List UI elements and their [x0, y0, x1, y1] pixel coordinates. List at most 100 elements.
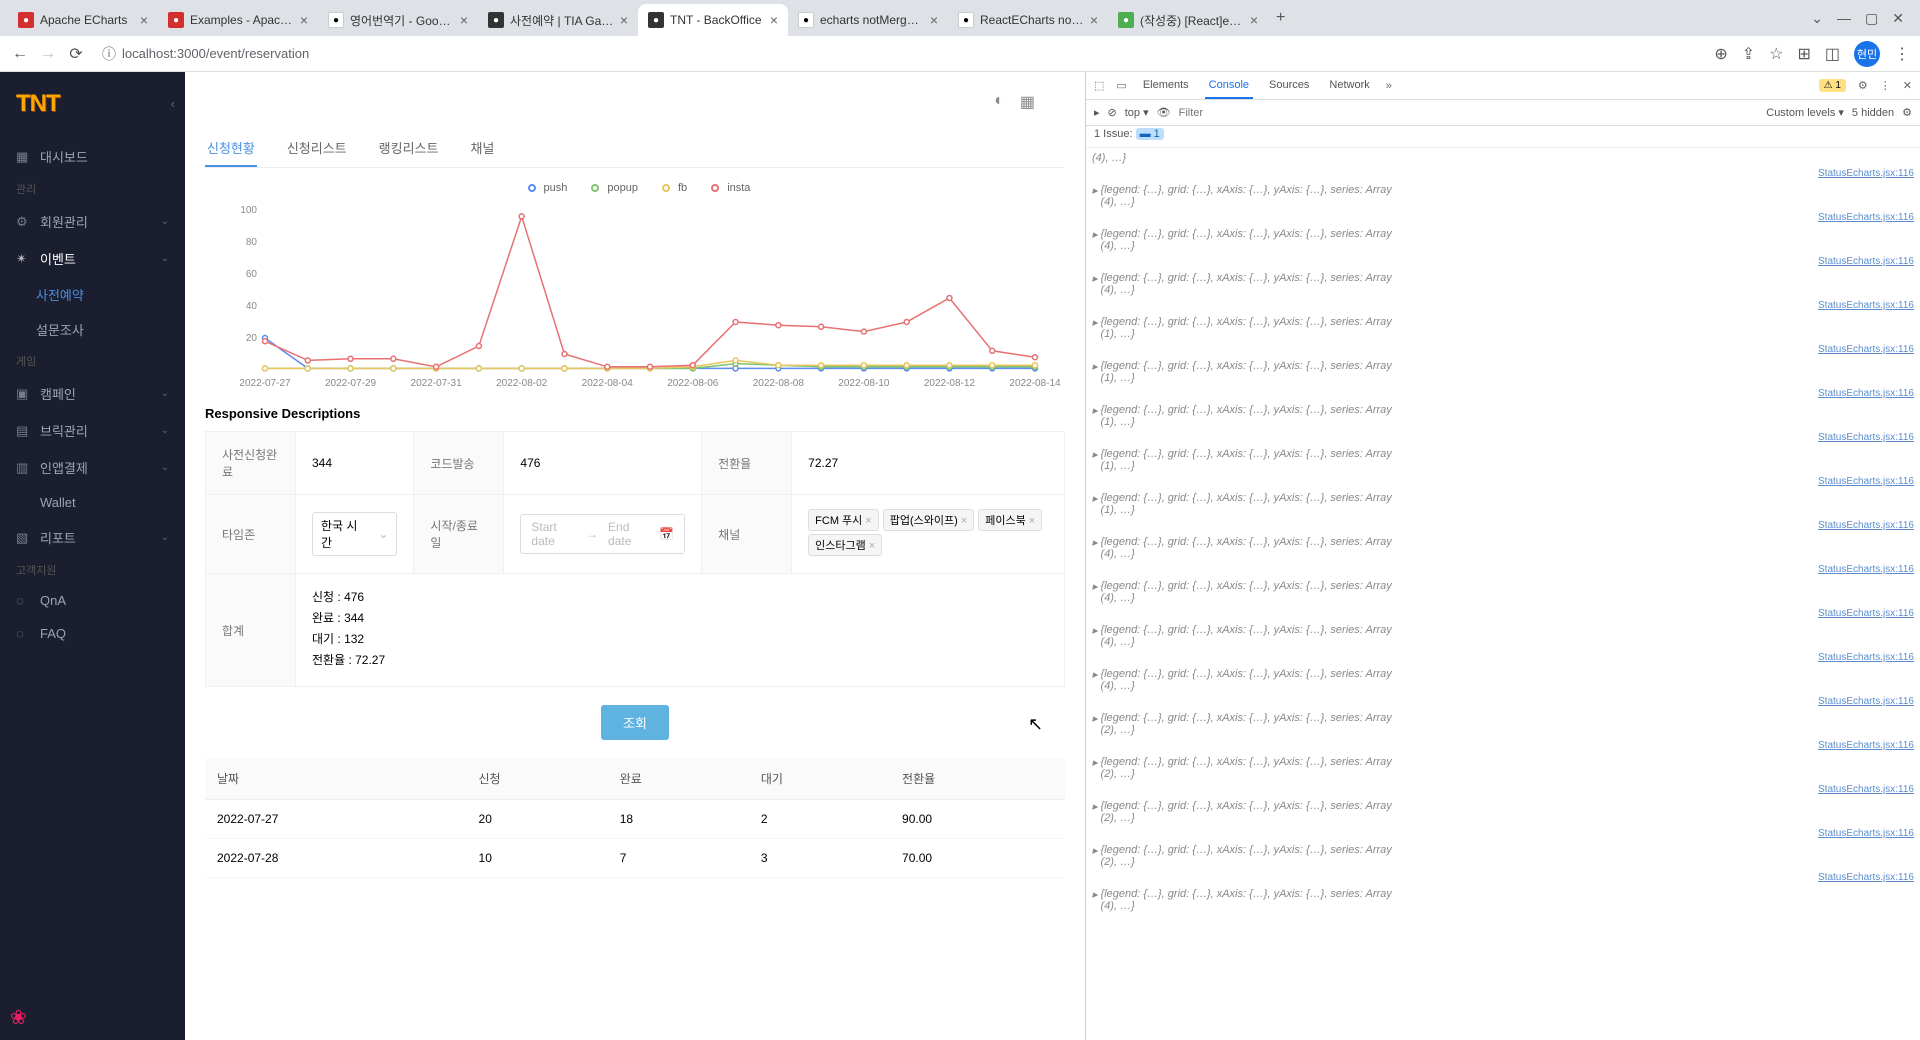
browser-tab[interactable]: ●Apache ECharts× — [8, 4, 158, 36]
log-source[interactable]: StatusEcharts.jsx:116 — [1818, 256, 1914, 268]
reload-icon[interactable]: ⟳ — [66, 44, 86, 64]
log-source[interactable]: StatusEcharts.jsx:116 — [1818, 740, 1914, 752]
console-log[interactable]: StatusEcharts.jsx:116 — [1092, 210, 1914, 226]
browser-tab[interactable]: ●Examples - Apache ECh…× — [158, 4, 318, 36]
devtools-tab[interactable]: Elements — [1139, 73, 1193, 99]
context-select[interactable]: top ▾ — [1125, 106, 1149, 119]
console-log[interactable]: ▸{legend: {…}, grid: {…}, xAxis: {…}, yA… — [1092, 402, 1914, 430]
console-log[interactable]: StatusEcharts.jsx:116 — [1092, 386, 1914, 402]
query-button[interactable]: 조회 — [601, 705, 669, 740]
console-log[interactable]: StatusEcharts.jsx:116 — [1092, 562, 1914, 578]
browser-tab[interactable]: ●echarts notMerge={true}× — [788, 4, 948, 36]
console-log[interactable]: StatusEcharts.jsx:116 — [1092, 474, 1914, 490]
console-log[interactable]: ▸{legend: {…}, grid: {…}, xAxis: {…}, yA… — [1092, 578, 1914, 606]
settings2-icon[interactable]: ⚙ — [1902, 106, 1912, 119]
forward-icon[interactable]: → — [38, 45, 58, 63]
console-log[interactable]: StatusEcharts.jsx:116 — [1092, 650, 1914, 666]
log-source[interactable]: StatusEcharts.jsx:116 — [1818, 696, 1914, 708]
console-log[interactable]: StatusEcharts.jsx:116 — [1092, 694, 1914, 710]
bookmark-icon[interactable]: ☆ — [1769, 44, 1783, 64]
log-source[interactable]: StatusEcharts.jsx:116 — [1818, 168, 1914, 180]
devtools-tab[interactable]: Console — [1205, 73, 1253, 99]
kebab-icon[interactable]: ⋮ — [1880, 79, 1891, 92]
console-log[interactable]: ▸{legend: {…}, grid: {…}, xAxis: {…}, yA… — [1092, 754, 1914, 782]
devtools-tab[interactable]: Network — [1325, 73, 1373, 99]
log-source[interactable]: StatusEcharts.jsx:116 — [1818, 388, 1914, 400]
window-minimize-icon[interactable]: — — [1837, 10, 1851, 27]
console-log[interactable]: StatusEcharts.jsx:116 — [1092, 298, 1914, 314]
devtools-tab[interactable]: Sources — [1265, 73, 1313, 99]
console-log[interactable]: ▸{legend: {…}, grid: {…}, xAxis: {…}, yA… — [1092, 534, 1914, 562]
console-log[interactable]: StatusEcharts.jsx:116 — [1092, 518, 1914, 534]
channel-tag[interactable]: 인스타그램× — [808, 534, 882, 556]
sidebar-subitem[interactable]: 설문조사 — [0, 312, 185, 347]
console-log[interactable]: StatusEcharts.jsx:116 — [1092, 606, 1914, 622]
channel-tag[interactable]: 팝업(스와이프)× — [883, 509, 974, 531]
console-log[interactable]: ▸{legend: {…}, grid: {…}, xAxis: {…}, yA… — [1092, 710, 1914, 738]
info-icon[interactable]: ⓘ — [102, 44, 116, 64]
play-icon[interactable]: ▸ — [1094, 106, 1100, 119]
clear-console-icon[interactable]: ⊘ — [1108, 106, 1117, 119]
content-tab[interactable]: 채널 — [468, 130, 496, 167]
console-log[interactable]: StatusEcharts.jsx:116 — [1092, 826, 1914, 842]
console-log[interactable]: StatusEcharts.jsx:116 — [1092, 166, 1914, 182]
browser-tab[interactable]: ●(작성중) [React]echarts H…× — [1108, 4, 1268, 36]
console-log[interactable]: ▸{legend: {…}, grid: {…}, xAxis: {…}, yA… — [1092, 446, 1914, 474]
more-tabs-icon[interactable]: » — [1386, 80, 1392, 92]
close-tab-icon[interactable]: × — [1090, 12, 1098, 28]
new-tab-icon[interactable]: + — [1276, 9, 1285, 27]
log-source[interactable]: StatusEcharts.jsx:116 — [1818, 828, 1914, 840]
console-log[interactable]: ▸{legend: {…}, grid: {…}, xAxis: {…}, yA… — [1092, 798, 1914, 826]
console-log[interactable]: StatusEcharts.jsx:116 — [1092, 342, 1914, 358]
console-log[interactable]: ▸{legend: {…}, grid: {…}, xAxis: {…}, yA… — [1092, 270, 1914, 298]
log-source[interactable]: StatusEcharts.jsx:116 — [1818, 652, 1914, 664]
channel-tag[interactable]: FCM 푸시× — [808, 509, 879, 531]
browser-tab[interactable]: ●영어번역기 - Google 검색× — [318, 4, 478, 36]
log-source[interactable]: StatusEcharts.jsx:116 — [1818, 212, 1914, 224]
console-log[interactable]: (4), …} — [1092, 150, 1914, 166]
sidebar-item[interactable]: ⚙회원관리⌄ — [0, 203, 185, 240]
console-log[interactable]: StatusEcharts.jsx:116 — [1092, 782, 1914, 798]
close-tab-icon[interactable]: × — [460, 12, 468, 28]
filter-input[interactable] — [1179, 107, 1279, 119]
eye-icon[interactable]: 👁 — [1157, 106, 1171, 119]
console-log[interactable]: StatusEcharts.jsx:116 — [1092, 254, 1914, 270]
url-text[interactable]: localhost:3000/event/reservation — [122, 46, 309, 61]
sidebar-item[interactable]: ▧리포트⌄ — [0, 519, 185, 556]
legend-item[interactable]: push — [520, 182, 568, 194]
log-source[interactable]: StatusEcharts.jsx:116 — [1818, 432, 1914, 444]
console-log[interactable]: ▸{legend: {…}, grid: {…}, xAxis: {…}, yA… — [1092, 842, 1914, 870]
browser-tab[interactable]: ●TNT - BackOffice× — [638, 4, 788, 36]
browser-tab[interactable]: ●ReactECharts not Merge× — [948, 4, 1108, 36]
log-source[interactable]: StatusEcharts.jsx:116 — [1818, 784, 1914, 796]
console-log[interactable]: ▸{legend: {…}, grid: {…}, xAxis: {…}, yA… — [1092, 622, 1914, 650]
window-maximize-icon[interactable]: ▢ — [1865, 10, 1878, 27]
log-source[interactable]: StatusEcharts.jsx:116 — [1818, 344, 1914, 356]
remove-tag-icon[interactable]: × — [869, 540, 875, 552]
close-tab-icon[interactable]: × — [770, 12, 778, 28]
timezone-select[interactable]: 한국 시간 ⌄ — [312, 512, 397, 556]
device-icon[interactable]: ▭ — [1116, 79, 1126, 92]
console-log[interactable]: StatusEcharts.jsx:116 — [1092, 870, 1914, 886]
close-devtools-icon[interactable]: ✕ — [1903, 79, 1912, 92]
settings-icon[interactable]: ⚙ — [1858, 79, 1868, 92]
chevron-down-icon[interactable]: ⌄ — [1811, 10, 1823, 27]
zoom-icon[interactable]: ⊕ — [1714, 44, 1727, 64]
sidebar-toggle-icon[interactable]: ‹ — [171, 96, 175, 111]
content-tab[interactable]: 신청리스트 — [285, 130, 349, 167]
share-icon[interactable]: ⇪ — [1742, 44, 1755, 64]
log-source[interactable]: StatusEcharts.jsx:116 — [1818, 608, 1914, 620]
console-log[interactable]: ▸{legend: {…}, grid: {…}, xAxis: {…}, yA… — [1092, 358, 1914, 386]
blocker-icon[interactable]: ◫ — [1825, 44, 1840, 64]
sidebar-item[interactable]: Wallet — [0, 486, 185, 519]
log-source[interactable]: StatusEcharts.jsx:116 — [1818, 520, 1914, 532]
close-tab-icon[interactable]: × — [1250, 12, 1258, 28]
close-tab-icon[interactable]: × — [620, 12, 628, 28]
grid-icon[interactable]: ▦ — [1020, 92, 1035, 112]
close-tab-icon[interactable]: × — [300, 12, 308, 28]
remove-tag-icon[interactable]: × — [1029, 515, 1035, 527]
menu-icon[interactable]: ⋮ — [1894, 44, 1910, 64]
log-source[interactable]: StatusEcharts.jsx:116 — [1818, 872, 1914, 884]
sidebar-item[interactable]: ▥인앱결제⌄ — [0, 449, 185, 486]
sidebar-item[interactable]: ▤브릭관리⌄ — [0, 412, 185, 449]
